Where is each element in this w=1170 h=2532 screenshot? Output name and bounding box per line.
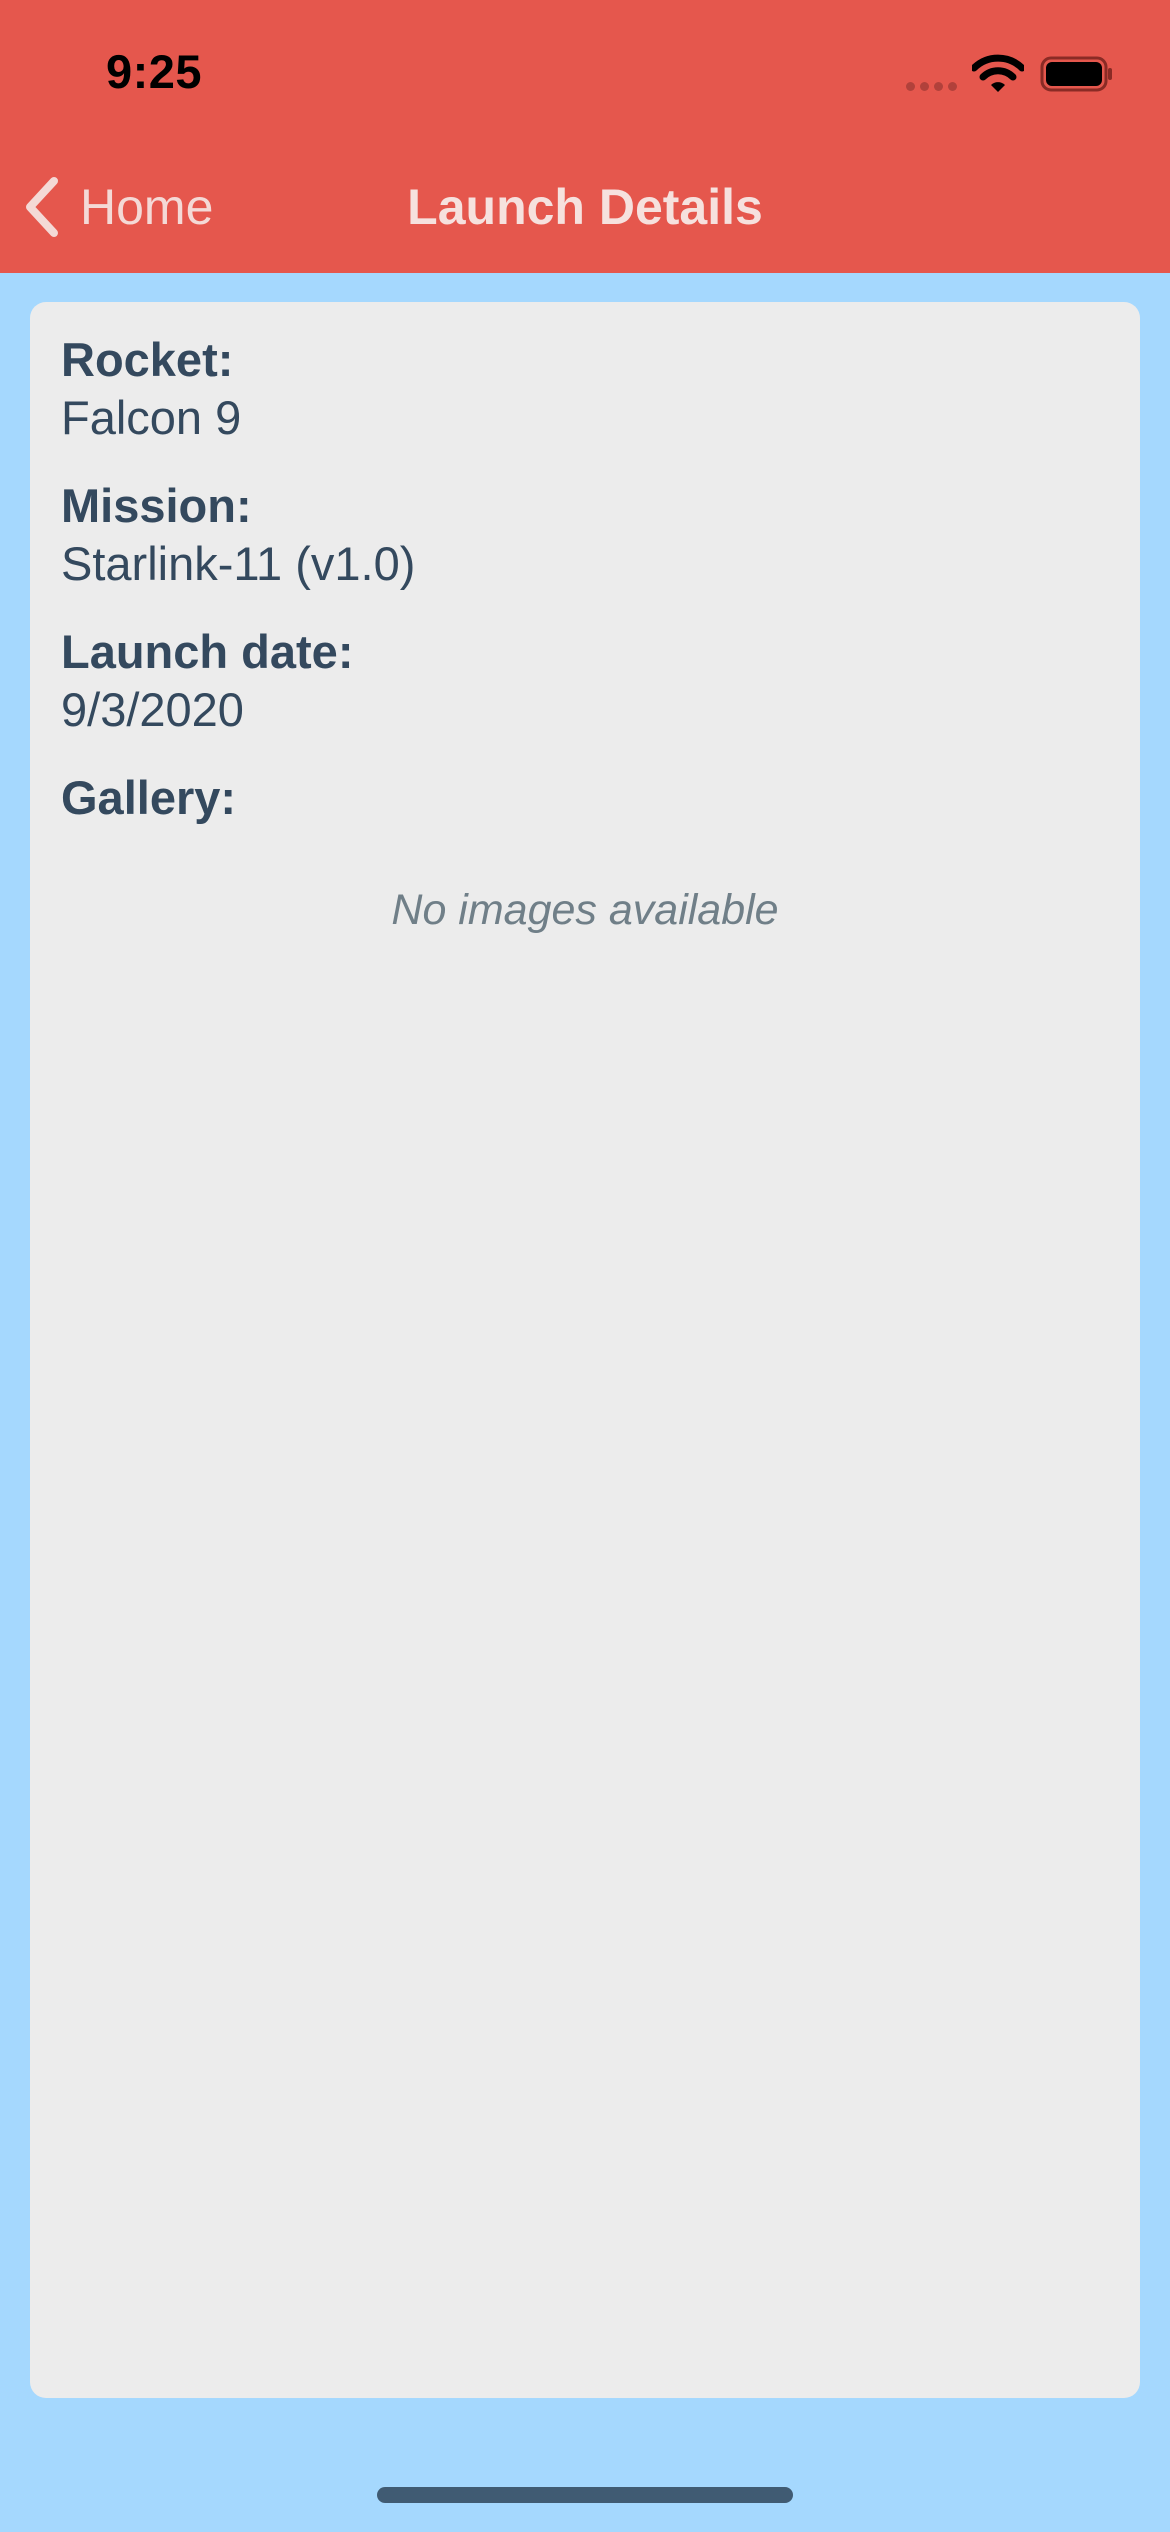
- page-title: Launch Details: [407, 179, 763, 235]
- launch-details-card: Rocket: Falcon 9 Mission: Starlink-11 (v…: [30, 302, 1140, 2398]
- launch-date-value: 9/3/2020: [61, 683, 244, 736]
- wifi-icon: [972, 54, 1024, 92]
- rocket-label: Rocket:: [61, 333, 234, 386]
- home-indicator[interactable]: [377, 2487, 793, 2503]
- app-header: 9:25 Home Launch Details: [0, 0, 1170, 273]
- rocket-value: Falcon 9: [61, 391, 242, 444]
- battery-icon: [1040, 56, 1112, 92]
- mission-value: Starlink-11 (v1.0): [61, 537, 416, 590]
- cellular-signal-icon: [906, 82, 957, 91]
- gallery-empty-message: No images available: [391, 886, 779, 934]
- launch-date-label: Launch date:: [61, 625, 354, 678]
- mission-label: Mission:: [61, 479, 252, 532]
- status-time: 9:25: [106, 45, 203, 98]
- gallery-label: Gallery:: [61, 771, 237, 824]
